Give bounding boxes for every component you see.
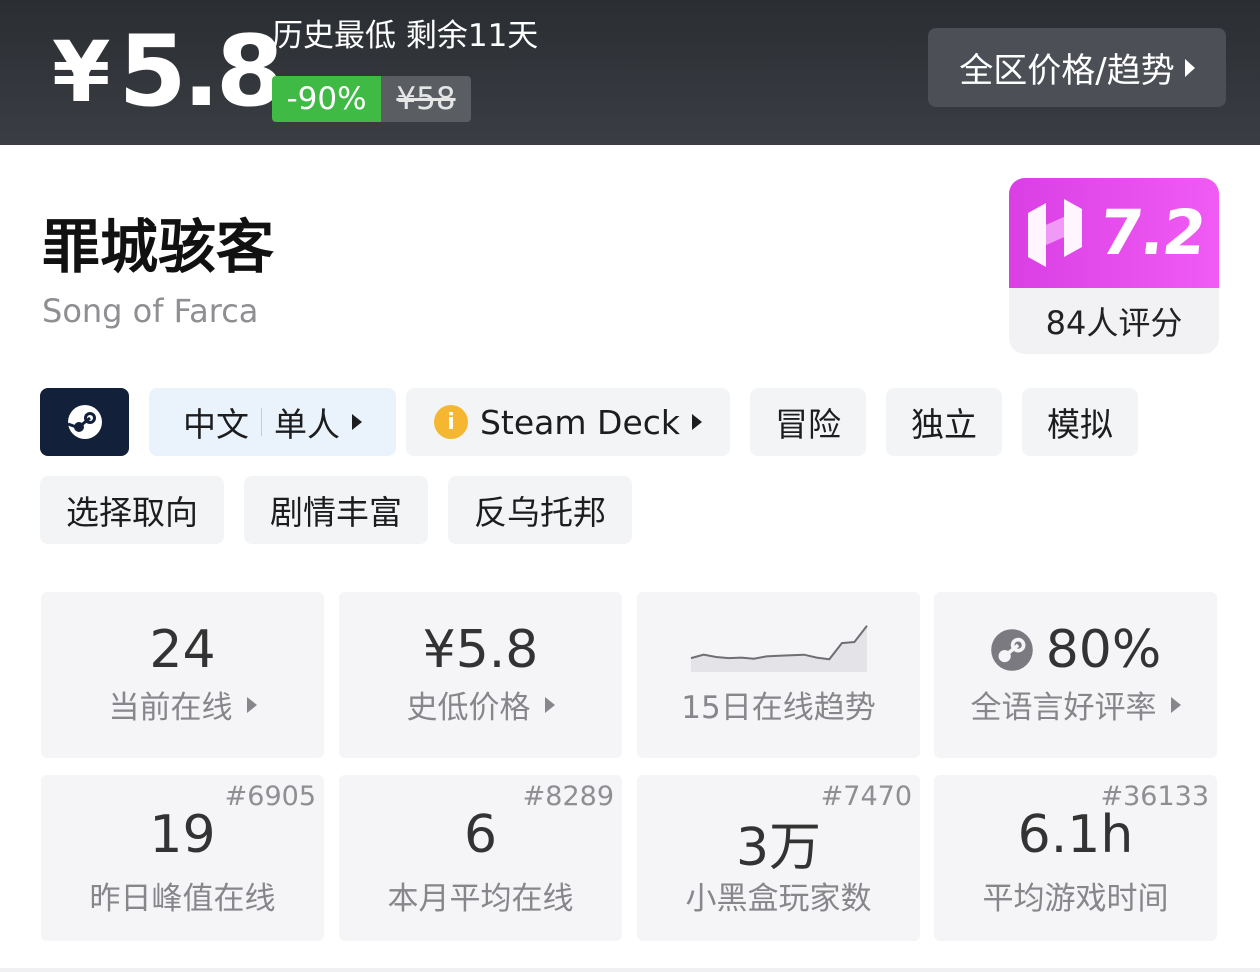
deal-info: 历史最低 剩余11天 -90% ¥58 — [272, 14, 538, 122]
genre-tag[interactable]: 冒险 — [750, 388, 866, 456]
genre-tag[interactable]: 独立 — [886, 388, 1002, 456]
review-rate-value: 80% — [934, 620, 1217, 680]
review-rate-card[interactable]: 80% 全语言好评率 — [934, 592, 1217, 758]
language-mode-tag[interactable]: 中文 单人 — [149, 388, 396, 456]
discount-badge: -90% ¥58 — [272, 76, 471, 122]
chevron-right-icon — [692, 414, 702, 430]
theme-tag[interactable]: 选择取向 — [40, 476, 224, 544]
chevron-right-icon — [352, 414, 362, 430]
monthly-avg-card: #8289 6 本月平均在线 — [339, 775, 622, 941]
review-rate-label-text: 全语言好评率 — [970, 690, 1157, 726]
chevron-right-icon — [246, 696, 257, 713]
price-value: 5.8 — [118, 15, 284, 129]
mode-label: 单人 — [274, 405, 340, 444]
currency-symbol: ¥ — [52, 23, 111, 121]
region-button-label: 全区价格/趋势 — [959, 51, 1175, 91]
review-rate-label: 全语言好评率 — [934, 682, 1217, 727]
chevron-right-icon — [544, 696, 555, 713]
monthly-avg-label: 本月平均在线 — [387, 881, 574, 917]
lowest-price-label: 史低价格 — [339, 682, 622, 727]
score-card[interactable]: 7.2 84人评分 — [1009, 178, 1219, 354]
tag-divider — [261, 408, 262, 436]
heybox-logo-icon — [1028, 199, 1083, 267]
game-title: 罪城骇客 — [42, 213, 275, 281]
original-price: ¥58 — [381, 76, 471, 122]
yesterday-peak-label: 昨日峰值在线 — [89, 881, 276, 917]
chevron-right-icon — [1170, 696, 1181, 713]
steam-deck-tag[interactable]: i Steam Deck — [406, 388, 730, 456]
trend-area — [691, 625, 867, 672]
avg-playtime-value: 6.1h — [1017, 805, 1134, 865]
steam-deck-label: Steam Deck — [479, 402, 680, 442]
current-price: ¥5.8 — [52, 20, 284, 124]
discount-percent: -90% — [272, 76, 381, 122]
price-banner: ¥5.8 历史最低 剩余11天 -90% ¥58 全区价格/趋势 — [0, 0, 1260, 145]
steam-icon — [66, 405, 102, 439]
score-raters: 84人评分 — [1045, 304, 1183, 342]
theme-tag[interactable]: 反乌托邦 — [448, 476, 632, 544]
online-trend-label: 15日在线趋势 — [681, 690, 876, 726]
game-subtitle: Song of Farca — [42, 292, 259, 330]
score-value: 7.2 — [1096, 196, 1208, 269]
current-online-label: 当前在线 — [41, 682, 324, 727]
lowest-price-value: ¥5.8 — [422, 620, 539, 680]
review-rate-text: 80% — [1045, 620, 1162, 680]
current-online-value: 24 — [149, 620, 216, 680]
current-online-card[interactable]: 24 当前在线 — [41, 592, 324, 758]
avg-playtime-card: #36133 6.1h 平均游戏时间 — [934, 775, 1217, 941]
player-count-label: 小黑盒玩家数 — [685, 881, 872, 917]
info-icon: i — [433, 405, 468, 439]
theme-tag[interactable]: 剧情丰富 — [244, 476, 428, 544]
region-price-trend-button[interactable]: 全区价格/趋势 — [928, 28, 1226, 107]
lowest-price-text: 史低价格 — [406, 690, 531, 726]
steam-icon — [990, 629, 1033, 671]
online-trend-card[interactable]: 15日在线趋势 — [637, 592, 920, 758]
chevron-right-icon — [1184, 58, 1195, 77]
score-header: 7.2 — [1009, 178, 1219, 288]
yesterday-peak-value: 19 — [149, 805, 216, 865]
avg-playtime-label: 平均游戏时间 — [982, 881, 1169, 917]
genre-tag[interactable]: 模拟 — [1022, 388, 1138, 456]
online-trend-sparkline — [690, 625, 868, 672]
yesterday-peak-card: #6905 19 昨日峰值在线 — [41, 775, 324, 941]
deal-title: 历史最低 剩余11天 — [272, 18, 539, 54]
monthly-avg-value: 6 — [463, 805, 498, 865]
player-count-card: #7470 3万 小黑盒玩家数 — [637, 775, 920, 941]
language-label: 中文 — [183, 405, 249, 444]
player-count-value: 3万 — [735, 818, 822, 878]
lowest-price-card[interactable]: ¥5.8 史低价格 — [339, 592, 622, 758]
bottom-divider — [0, 968, 1260, 972]
current-online-text: 当前在线 — [108, 690, 233, 726]
steam-platform-tag[interactable] — [40, 388, 129, 456]
